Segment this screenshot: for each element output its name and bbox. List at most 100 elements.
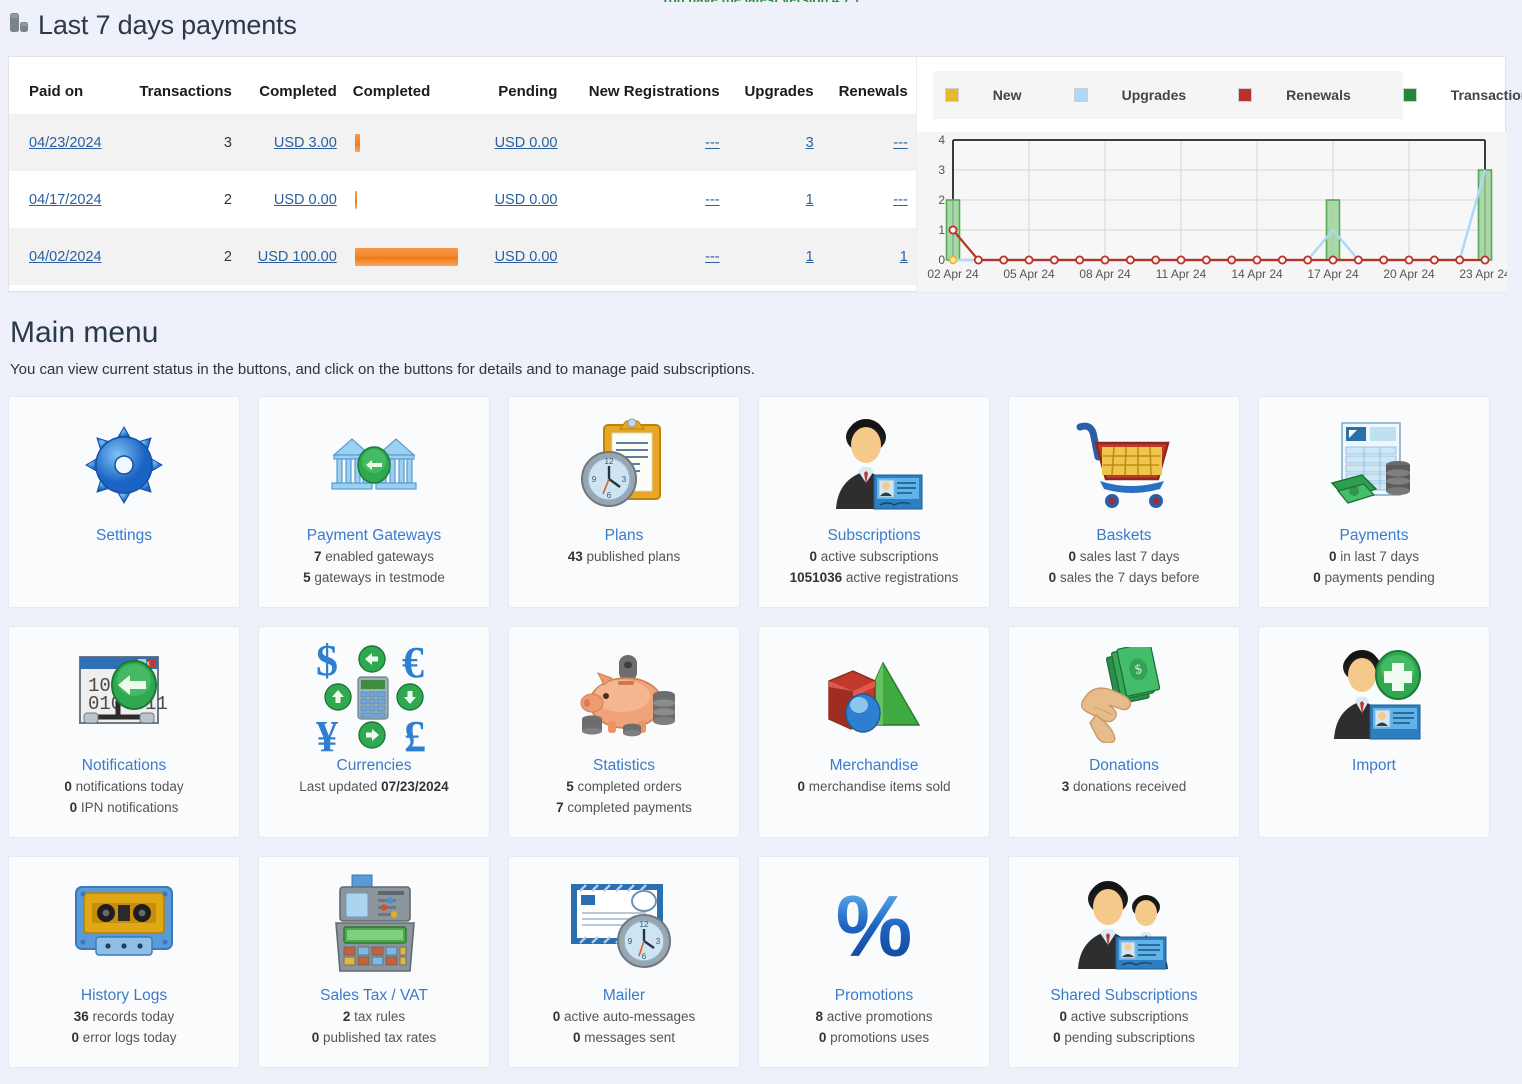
- tile-label[interactable]: Baskets: [1096, 525, 1151, 546]
- menu-tile-shared-subscriptions[interactable]: Shared Subscriptions 0 active subscriptio…: [1008, 856, 1240, 1068]
- payments-table-wrap: Paid on Transactions Completed Completed…: [9, 57, 916, 291]
- completed-bar: [354, 190, 357, 209]
- paid-on-link[interactable]: 04/23/2024: [29, 135, 102, 151]
- tile-stat: 0 sales the 7 days before: [1048, 570, 1200, 585]
- tile-label[interactable]: Import: [1352, 755, 1396, 776]
- shopping-cart-icon: [1009, 407, 1239, 523]
- pending-amount-link[interactable]: USD 0.00: [495, 249, 558, 265]
- invoice-money-icon: [1259, 407, 1489, 523]
- tile-label[interactable]: Promotions: [835, 985, 913, 1006]
- transactions-count: 2: [223, 248, 232, 265]
- paid-on-link[interactable]: 04/02/2024: [29, 249, 102, 265]
- transactions-count: 2: [223, 191, 232, 208]
- tile-label[interactable]: Payments: [1340, 525, 1409, 546]
- cell-paid-on: 04/17/2024: [9, 171, 121, 228]
- main-menu-title: Main menu: [10, 316, 159, 349]
- tile-label[interactable]: History Logs: [81, 985, 167, 1006]
- tile-stat: Last updated 07/23/2024: [299, 779, 449, 794]
- svg-text:12: 12: [605, 457, 614, 466]
- piggy-bank-icon: [509, 637, 739, 753]
- table-header-row: Paid on Transactions Completed Completed…: [9, 57, 916, 114]
- tile-label[interactable]: Payment Gateways: [307, 525, 441, 546]
- menu-tile-donations[interactable]: $ Donations 3 donations received: [1008, 626, 1240, 838]
- col-new-registrations: New Registrations: [565, 57, 728, 114]
- renewals-link[interactable]: 1: [900, 249, 908, 265]
- upgrades-link[interactable]: 3: [806, 135, 814, 151]
- menu-tile-promotions[interactable]: % Promotions 8 active promotions 0 promoti…: [758, 856, 990, 1068]
- new-registrations-link[interactable]: ---: [705, 192, 720, 208]
- pending-amount-link[interactable]: USD 0.00: [495, 135, 558, 151]
- tile-stat: 0 pending subscriptions: [1053, 1030, 1195, 1045]
- menu-tile-settings[interactable]: Settings: [8, 396, 240, 608]
- tile-label[interactable]: Notifications: [82, 755, 166, 776]
- tile-stat: 0 notifications today: [64, 779, 184, 794]
- svg-text:12: 12: [640, 920, 649, 929]
- tile-label[interactable]: Subscriptions: [827, 525, 920, 546]
- tile-stat: 8 active promotions: [815, 1009, 933, 1024]
- cash-register-icon: [259, 867, 489, 983]
- col-completed-amount: Completed: [239, 57, 345, 114]
- menu-tile-statistics[interactable]: Statistics 5 completed orders 7 completed …: [508, 626, 740, 838]
- svg-text:05 Apr 24: 05 Apr 24: [1003, 267, 1055, 281]
- tile-stat: 0 messages sent: [572, 1030, 676, 1045]
- paid-on-link[interactable]: 04/17/2024: [29, 192, 102, 208]
- upgrades-link[interactable]: 1: [806, 249, 814, 265]
- menu-tile-subscriptions[interactable]: Subscriptions 0 active subscriptions 10510…: [758, 396, 990, 608]
- menu-tile-merchandise[interactable]: Merchandise 0 merchandise items sold: [758, 626, 990, 838]
- summary-panel: Paid on Transactions Completed Completed…: [8, 56, 1522, 292]
- completed-amount-link[interactable]: USD 3.00: [274, 135, 337, 151]
- cell-pending: USD 0.00: [478, 171, 566, 228]
- tile-label[interactable]: Merchandise: [830, 755, 919, 776]
- renewals-link[interactable]: ---: [893, 192, 908, 208]
- tile-label[interactable]: Settings: [96, 525, 152, 546]
- dashboard-page: You have the latest version 4.7.7 Last 7…: [0, 0, 1522, 1084]
- legend-item[interactable]: Transactions: [1397, 87, 1522, 103]
- new-registrations-link[interactable]: ---: [705, 135, 720, 151]
- tile-stat: 7 enabled gateways: [313, 549, 435, 564]
- menu-tile-sales-tax-vat[interactable]: Sales Tax / VAT 2 tax rules 0 published ta…: [258, 856, 490, 1068]
- menu-tile-history-logs[interactable]: History Logs 36 records today 0 error logs…: [8, 856, 240, 1068]
- menu-tile-payments[interactable]: Payments 0 in last 7 days 0 payments pendi…: [1258, 396, 1490, 608]
- upgrades-link[interactable]: 1: [806, 192, 814, 208]
- cell-paid-on: 04/23/2024: [9, 114, 121, 171]
- menu-tile-notifications[interactable]: x 101 010 011 Notifications 0 notification…: [8, 626, 240, 838]
- table-row: 04/17/2024 2 USD 0.00 USD 0.00 --- 1 ---: [9, 171, 916, 228]
- col-completed-bar: Completed: [344, 57, 479, 114]
- legend-item[interactable]: New: [939, 87, 1066, 103]
- tile-label[interactable]: Plans: [605, 525, 644, 546]
- renewals-link[interactable]: ---: [893, 135, 908, 151]
- tile-label[interactable]: Donations: [1089, 755, 1159, 776]
- transactions-count: 3: [223, 134, 232, 151]
- tile-stat: 0 error logs today: [71, 1030, 177, 1045]
- tile-stat: 7 completed payments: [556, 800, 692, 815]
- tile-label[interactable]: Statistics: [593, 755, 655, 776]
- svg-text:%: %: [836, 880, 912, 970]
- legend-item[interactable]: Renewals: [1232, 87, 1395, 103]
- completed-amount-link[interactable]: USD 100.00: [258, 249, 337, 265]
- cell-pending: USD 0.00: [478, 114, 566, 171]
- tile-label[interactable]: Currencies: [337, 755, 412, 776]
- percent-icon: %: [759, 867, 989, 983]
- main-menu-tiles: Settings Payment Gateways 7 enabled gatew…: [8, 396, 1514, 1084]
- menu-tile-plans[interactable]: 12 3 6 9 Plans 43 published plans: [508, 396, 740, 608]
- tile-label[interactable]: Sales Tax / VAT: [320, 985, 428, 1006]
- tile-label[interactable]: Mailer: [603, 985, 645, 1006]
- svg-text:¥: ¥: [316, 712, 338, 755]
- col-paid-on: Paid on: [9, 57, 121, 114]
- legend-swatch: [1238, 88, 1253, 102]
- pending-amount-link[interactable]: USD 0.00: [495, 192, 558, 208]
- svg-text:1: 1: [938, 223, 945, 237]
- completed-bar: [354, 247, 458, 266]
- menu-tile-baskets[interactable]: Baskets 0 sales last 7 days 0 sales the 7 …: [1008, 396, 1240, 608]
- legend-item[interactable]: Upgrades: [1068, 87, 1231, 103]
- menu-tile-mailer[interactable]: 12 3 6 9 Mailer 0 active auto-messages 0 mess…: [508, 856, 740, 1068]
- svg-text:3: 3: [938, 163, 945, 177]
- tile-label[interactable]: Shared Subscriptions: [1050, 985, 1197, 1006]
- menu-tile-currencies[interactable]: $ € ¥ £ Currencies Last updated 07/23/2024: [258, 626, 490, 838]
- new-registrations-link[interactable]: ---: [705, 249, 720, 265]
- menu-tile-payment-gateways[interactable]: Payment Gateways 7 enabled gateways 5 gate…: [258, 396, 490, 608]
- cell-new-registrations: ---: [565, 228, 728, 285]
- svg-text:17 Apr 24: 17 Apr 24: [1307, 267, 1359, 281]
- completed-amount-link[interactable]: USD 0.00: [274, 192, 337, 208]
- menu-tile-import[interactable]: Import: [1258, 626, 1490, 838]
